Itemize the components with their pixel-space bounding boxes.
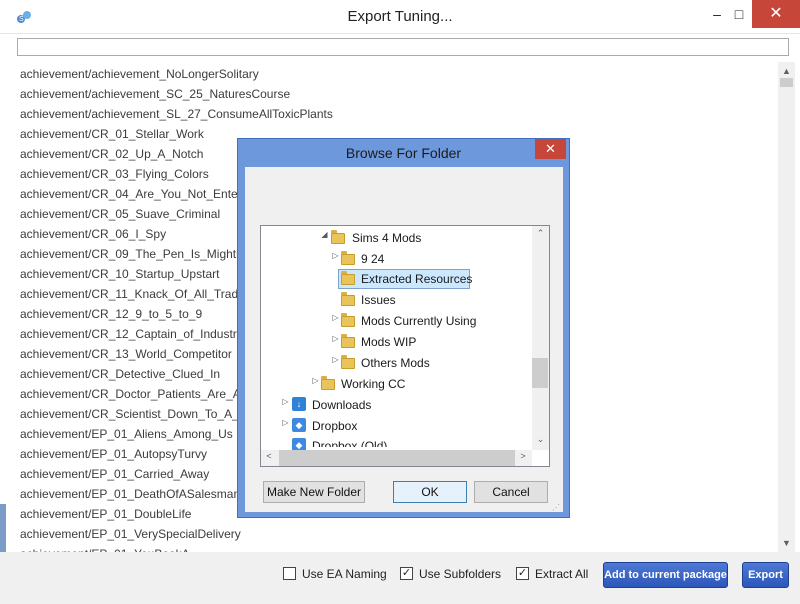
tree-item-label[interactable]: Dropbox (Old) <box>312 437 387 447</box>
list-item[interactable]: achievement/EP_01_DoubleLife <box>20 504 191 524</box>
list-item[interactable]: achievement/EP_01_Carried_Away <box>20 464 209 484</box>
tree-item-label[interactable]: Others Mods <box>361 354 430 372</box>
list-scrollbar[interactable] <box>778 62 795 552</box>
list-item[interactable]: achievement/CR_05_Suave_Criminal <box>20 204 220 224</box>
list-item[interactable]: achievement/EP_01_Aliens_Among_Us <box>20 424 233 444</box>
folder-icon <box>341 271 355 285</box>
list-item[interactable]: achievement/CR_09_The_Pen_Is_Mightier <box>20 244 249 264</box>
use-subfolders-label: Use Subfolders <box>419 567 502 581</box>
tree-expander-icon[interactable]: ▷ <box>331 313 340 322</box>
ok-button[interactable]: OK <box>393 481 467 503</box>
dialog-close-button[interactable]: ✕ <box>535 139 566 159</box>
tree-item-label[interactable]: Extracted Resources <box>361 270 472 288</box>
tree-scroll-right-icon[interactable]: > <box>517 451 529 461</box>
tree-expander-icon[interactable]: ▷ <box>311 376 320 385</box>
folder-icon <box>341 292 355 306</box>
list-item[interactable]: achievement/CR_13_World_Competitor <box>20 344 232 364</box>
list-item[interactable]: achievement/CR_11_Knack_Of_All_Trades <box>20 284 251 304</box>
list-item[interactable]: achievement/CR_Detective_Clued_In <box>20 364 220 384</box>
list-item[interactable]: achievement/EP_01_DeathOfASalesman <box>20 484 240 504</box>
tree-expander-icon[interactable]: ▷ <box>331 334 340 343</box>
list-scroll-thumb[interactable] <box>780 78 793 87</box>
use-ea-naming-label: Use EA Naming <box>302 567 387 581</box>
tree-item-label[interactable]: Working CC <box>341 375 405 393</box>
list-item[interactable]: achievement/CR_06_I_Spy <box>20 224 166 244</box>
tree-item-label[interactable]: 9 24 <box>361 250 384 268</box>
downloads-icon: ↓ <box>292 397 306 411</box>
tree-expander-icon[interactable]: ◢ <box>320 230 329 239</box>
tree-item-label[interactable]: Dropbox <box>312 417 357 435</box>
tree-item-label[interactable]: Mods WIP <box>361 333 416 351</box>
list-item[interactable]: achievement/EP_01_VerySpecialDelivery <box>20 524 241 544</box>
list-item[interactable]: achievement/CR_12_Captain_of_Industry <box>20 324 243 344</box>
list-item[interactable]: achievement/CR_12_9_to_5_to_9 <box>20 304 202 324</box>
resize-grip-icon[interactable]: ⋰ <box>552 503 562 513</box>
folder-icon <box>341 355 355 369</box>
tree-expander-icon[interactable]: ▷ <box>331 355 340 364</box>
tree-scroll-up-icon[interactable]: ⌃ <box>532 228 549 239</box>
list-item[interactable]: achievement/EP_01_AutopsyTurvy <box>20 444 207 464</box>
folder-icon <box>341 313 355 327</box>
extract-all-checkbox[interactable]: ✓ <box>516 567 529 580</box>
window-title: Export Tuning... <box>347 8 453 25</box>
scroll-down-arrow-icon[interactable]: ▼ <box>778 536 795 550</box>
list-item[interactable]: achievement/achievement_SL_27_ConsumeAll… <box>20 104 333 124</box>
folder-icon <box>341 251 355 265</box>
tree-scroll-down-icon[interactable]: ⌄ <box>532 434 549 445</box>
tree-scroll-left-icon[interactable]: < <box>263 451 275 461</box>
list-item[interactable]: achievement/CR_Doctor_Patients_Are_A_V <box>20 384 255 404</box>
folder-icon <box>331 230 345 244</box>
close-button[interactable]: ✕ <box>752 0 800 28</box>
tree-expander-icon[interactable]: ▷ <box>331 251 340 260</box>
list-item[interactable]: achievement/CR_02_Up_A_Notch <box>20 144 203 164</box>
filter-input[interactable] <box>17 38 789 56</box>
export-button[interactable]: Export <box>742 562 789 588</box>
tree-item-label[interactable]: Sims 4 Mods <box>352 229 421 247</box>
cancel-button[interactable]: Cancel <box>474 481 548 503</box>
extract-all-label: Extract All <box>535 567 589 581</box>
list-item[interactable]: achievement/CR_Scientist_Down_To_A_Sc <box>20 404 253 424</box>
list-item[interactable]: achievement/EP_01_YouBookA <box>20 544 190 552</box>
list-item[interactable]: achievement/achievement_NoLongerSolitary <box>20 64 259 84</box>
tree-item-label[interactable]: Downloads <box>312 396 371 414</box>
dialog-title: Browse For Folder <box>345 145 462 161</box>
folder-icon <box>321 376 335 390</box>
list-item[interactable]: achievement/CR_01_Stellar_Work <box>20 124 204 144</box>
add-to-current-package-button[interactable]: Add to current package <box>603 562 728 588</box>
tree-item-label[interactable]: Mods Currently Using <box>361 312 476 330</box>
make-new-folder-button[interactable]: Make New Folder <box>263 481 365 503</box>
use-subfolders-checkbox[interactable]: ✓ <box>400 567 413 580</box>
list-item[interactable]: achievement/CR_10_Startup_Upstart <box>20 264 219 284</box>
use-ea-naming-checkbox[interactable] <box>283 567 296 580</box>
list-item[interactable]: achievement/CR_04_Are_You_Not_Enterta <box>20 184 252 204</box>
tree-vertical-scrollbar[interactable] <box>532 226 549 450</box>
tree-vertical-scroll-thumb[interactable] <box>532 358 548 388</box>
scroll-up-arrow-icon[interactable]: ▲ <box>778 64 795 78</box>
list-item[interactable]: achievement/achievement_SC_25_NaturesCou… <box>20 84 290 104</box>
tree-expander-icon[interactable]: ▷ <box>281 418 290 427</box>
tree-expander-icon[interactable]: ▷ <box>281 397 290 406</box>
tree-item-label[interactable]: Issues <box>361 291 396 309</box>
list-item[interactable]: achievement/CR_03_Flying_Colors <box>20 164 209 184</box>
folder-icon <box>341 334 355 348</box>
tree-horizontal-scroll-thumb[interactable] <box>279 450 515 466</box>
maximize-button[interactable]: □ <box>722 0 756 28</box>
dropbox-icon: ◆ <box>292 418 306 432</box>
